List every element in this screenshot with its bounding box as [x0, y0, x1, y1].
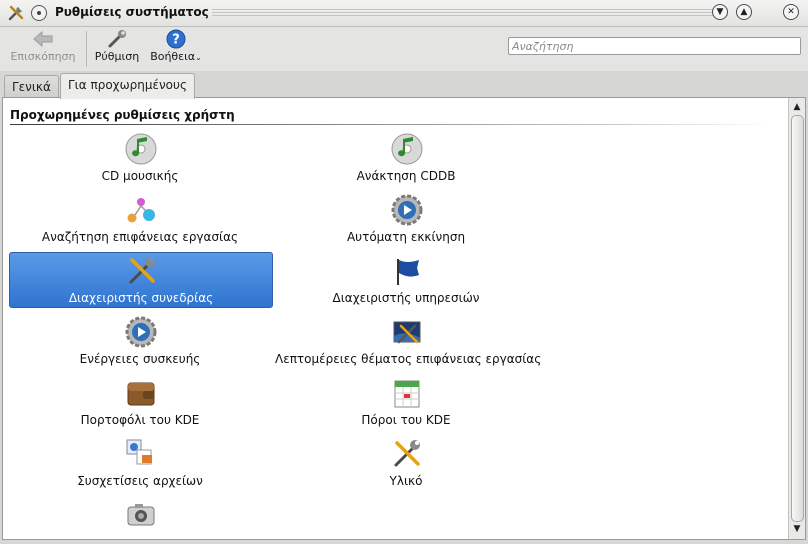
desktop-search-icon — [127, 198, 155, 223]
tab-bar: Γενικά Για προχωρημένους — [0, 72, 808, 99]
configure-label: Ρύθμιση — [94, 50, 140, 63]
item-label: CD μουσικής — [101, 169, 179, 183]
item-desktop-theme[interactable]: Λεπτομέρειες θέματος επιφάνειας εργασίας — [275, 314, 542, 368]
item-label: Διαχειριστής υπηρεσιών — [332, 291, 480, 305]
help-button[interactable]: ? Βοήθεια⌄ — [150, 29, 202, 63]
vertical-scrollbar[interactable]: ▲ ▼ — [788, 98, 805, 539]
window-menu-button[interactable] — [31, 5, 47, 21]
search-input[interactable] — [509, 38, 792, 54]
item-label: Ενέργειες συσκευής — [79, 352, 201, 366]
file-associations-icon — [126, 439, 152, 465]
item-label: Αναζήτηση επιφάνειας εργασίας — [41, 230, 239, 244]
item-camera[interactable] — [9, 497, 271, 539]
section-title: Προχωρημένες ρυθμίσεις χρήστη — [10, 108, 235, 122]
minimize-icon[interactable]: ▼ — [712, 4, 728, 20]
item-desktop-search[interactable]: Αναζήτηση επιφάνειας εργασίας — [9, 192, 271, 246]
session-manager-icon — [129, 257, 155, 284]
item-label: Πόροι του KDE — [361, 413, 451, 427]
title-bar-decoration — [212, 9, 728, 17]
scroll-down-icon[interactable]: ▼ — [790, 522, 804, 536]
item-kde-wallet[interactable]: Πορτοφόλι του KDE — [9, 375, 271, 429]
cddb-icon — [391, 133, 423, 165]
desktop-theme-icon — [393, 321, 421, 344]
configure-button[interactable]: Ρύθμιση — [94, 29, 140, 63]
item-autostart[interactable]: Αυτόματη εκκίνηση — [275, 192, 537, 246]
item-file-associations[interactable]: Συσχετίσεις αρχείων — [9, 436, 271, 490]
tab-advanced[interactable]: Για προχωρημένους — [60, 73, 196, 99]
device-actions-icon — [125, 316, 157, 348]
item-label: Συσχετίσεις αρχείων — [77, 474, 203, 488]
help-icon: ? — [166, 29, 186, 49]
overview-button[interactable]: Επισκόπηση — [8, 29, 78, 63]
item-audio-cd[interactable]: CD μουσικής — [9, 131, 271, 185]
item-label: Λεπτομέρειες θέματος επιφάνειας εργασίας — [275, 352, 542, 366]
item-cddb[interactable]: Ανάκτηση CDDB — [275, 131, 537, 185]
configure-icon — [108, 30, 126, 48]
svg-text:?: ? — [172, 33, 180, 48]
toolbar: Επισκόπηση Ρύθμιση ? Βοήθεια⌄ — [0, 27, 808, 71]
help-label: Βοήθεια — [150, 50, 196, 63]
close-icon[interactable]: ✕ — [783, 4, 799, 20]
window-title: Ρυθμίσεις συστήματος — [55, 5, 209, 19]
section-divider — [10, 124, 770, 125]
item-label: Διαχειριστής συνεδρίας — [68, 291, 214, 305]
item-service-manager[interactable]: Διαχειριστής υπηρεσιών — [275, 253, 537, 307]
service-manager-icon — [397, 259, 419, 285]
back-arrow-icon — [33, 30, 53, 48]
camera-icon — [127, 504, 155, 526]
scrollbar-thumb[interactable] — [791, 115, 804, 522]
item-session-manager[interactable]: Διαχειριστής συνεδρίας — [9, 252, 273, 308]
tools-icon[interactable] — [7, 4, 25, 22]
hardware-icon — [394, 440, 420, 467]
autostart-icon — [391, 194, 423, 226]
item-label: Αυτόματη εκκίνηση — [346, 230, 466, 244]
toolbar-separator — [86, 31, 87, 67]
item-label: Υλικό — [389, 474, 423, 488]
search-box[interactable] — [508, 37, 801, 55]
kde-wallet-icon — [127, 382, 155, 406]
title-bar: Ρυθμίσεις συστήματος ▼ ▲ ✕ — [0, 0, 808, 27]
maximize-icon[interactable]: ▲ — [736, 4, 752, 20]
tab-general[interactable]: Γενικά — [4, 75, 59, 98]
scroll-up-icon[interactable]: ▲ — [790, 100, 804, 114]
item-hardware[interactable]: Υλικό — [275, 436, 537, 490]
audio-cd-icon — [125, 133, 157, 165]
item-label: Πορτοφόλι του KDE — [80, 413, 200, 427]
chevron-down-icon: ⌄ — [195, 53, 202, 62]
kde-resources-icon — [394, 380, 420, 408]
overview-label: Επισκόπηση — [10, 50, 76, 63]
item-label: Ανάκτηση CDDB — [356, 169, 456, 183]
item-device-actions[interactable]: Ενέργειες συσκευής — [9, 314, 271, 368]
content-panel: Προχωρημένες ρυθμίσεις χρήστη CD μουσική… — [2, 97, 806, 540]
item-kde-resources[interactable]: Πόροι του KDE — [275, 375, 537, 429]
